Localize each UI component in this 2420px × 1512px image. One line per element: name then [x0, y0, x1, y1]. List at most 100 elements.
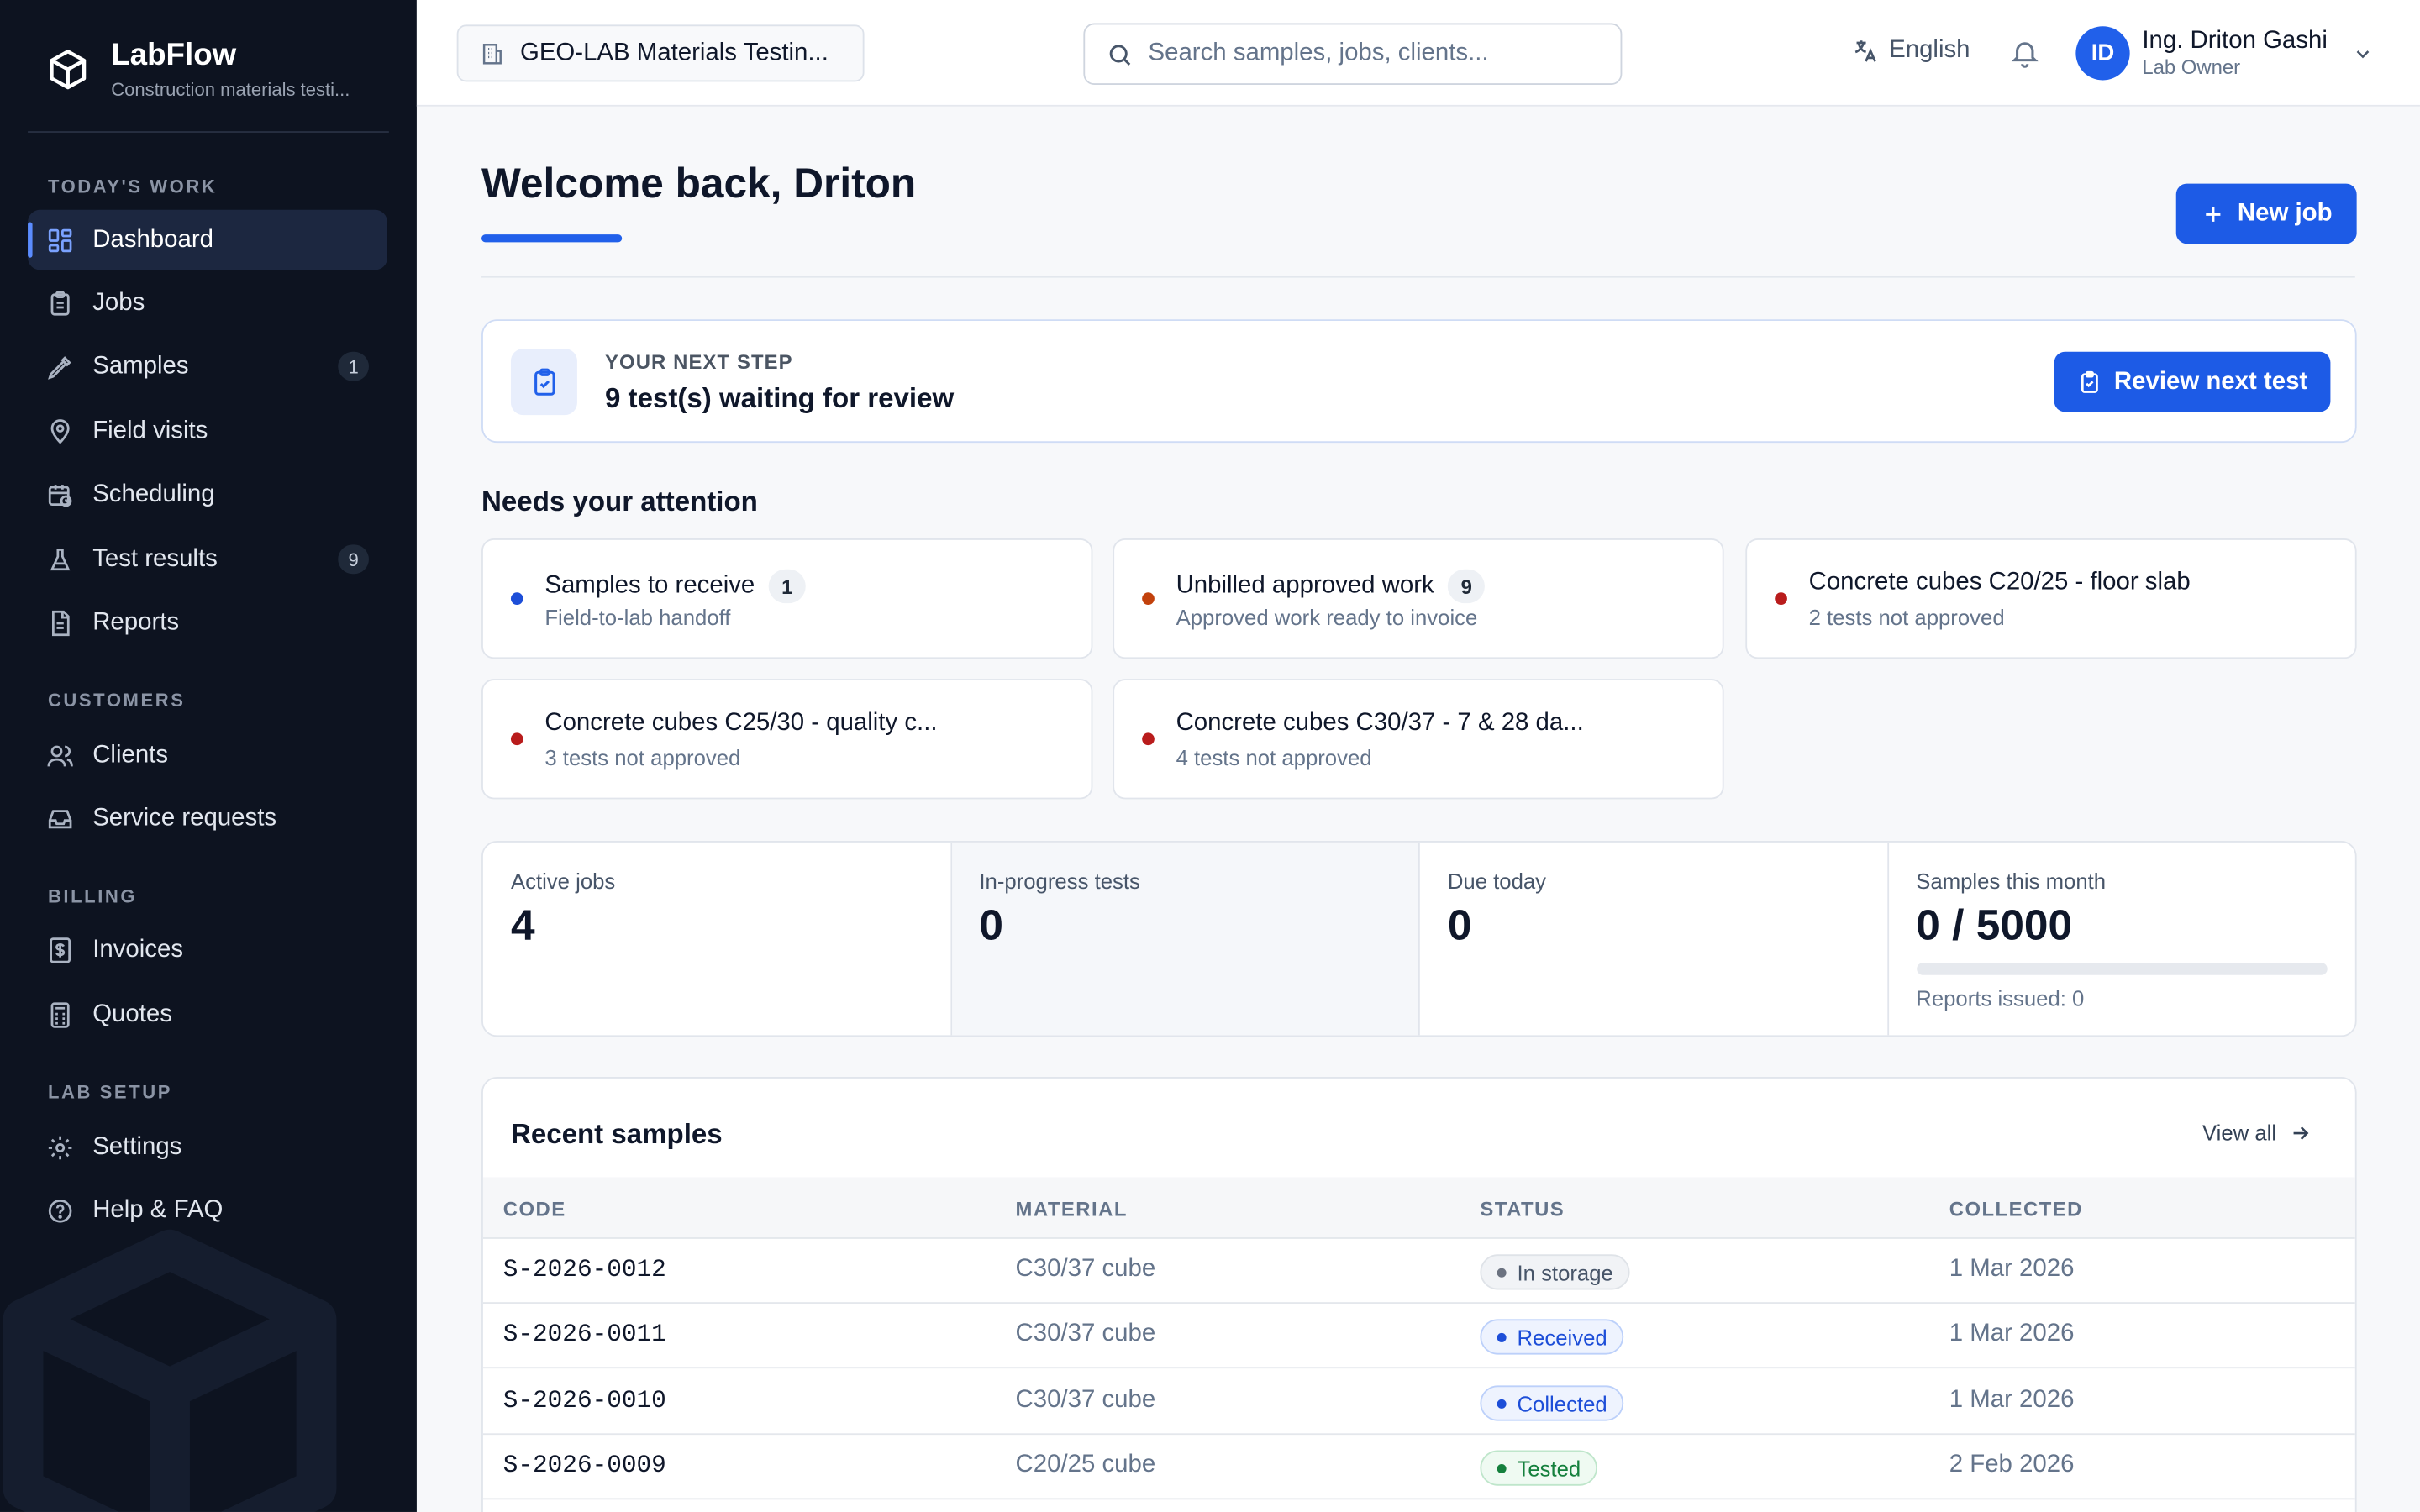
table-header: CODE MATERIAL STATUS COLLECTED	[482, 1177, 2355, 1239]
sidebar-item-label: Scheduling	[92, 480, 215, 507]
status-badge: Tested	[1480, 1450, 1598, 1486]
review-next-test-label: Review next test	[2113, 368, 2308, 395]
sample-material: C30/37 cube	[1015, 1320, 1156, 1347]
status-dot	[510, 592, 523, 605]
title-underline	[481, 234, 623, 243]
sidebar-item-dashboard[interactable]: Dashboard	[28, 209, 388, 270]
table-row[interactable]: S-2026-0011 C30/37 cube Received 1 Mar 2…	[482, 1304, 2355, 1369]
section-label-todays-work: TODAY'S WORK	[47, 176, 218, 198]
attention-card-subtitle: 4 tests not approved	[1176, 745, 1372, 770]
stat-active-jobs: Active jobs 4	[483, 842, 952, 1036]
column-header-code[interactable]: CODE	[503, 1197, 566, 1221]
clipboard-check-icon	[510, 349, 577, 416]
sidebar-item-jobs[interactable]: Jobs	[28, 273, 387, 333]
chevron-down-icon	[2356, 50, 2370, 58]
sidebar-item-test-results[interactable]: Test results 9	[28, 529, 387, 590]
status-label: Tested	[1517, 1455, 1581, 1481]
view-all-label: View all	[2202, 1120, 2277, 1145]
status-label: Received	[1517, 1324, 1607, 1350]
attention-card-title: Samples to receive	[544, 572, 755, 599]
stat-label: Due today	[1447, 869, 1547, 894]
search-input[interactable]	[1148, 39, 1597, 68]
sample-code: S-2026-0010	[502, 1387, 666, 1415]
sample-collected: 2 Feb 2026	[1949, 1452, 2075, 1478]
sample-code: S-2026-0012	[502, 1256, 666, 1284]
search-box[interactable]	[1083, 23, 1623, 86]
sample-collected: 1 Mar 2026	[1949, 1256, 2075, 1283]
brand[interactable]: LabFlow Construction materials testi...	[46, 37, 350, 100]
next-step-label: YOUR NEXT STEP	[604, 349, 793, 374]
map-pin-icon	[46, 417, 74, 445]
sample-code: S-2026-0011	[502, 1320, 666, 1349]
status-badge: Received	[1480, 1319, 1624, 1355]
new-job-label: New job	[2237, 199, 2333, 227]
view-all-link[interactable]: View all	[2202, 1120, 2312, 1145]
sidebar-item-label: Service requests	[92, 804, 277, 832]
stat-label: Samples this month	[1916, 869, 2107, 894]
attention-card-title: Concrete cubes C25/30 - quality c...	[544, 709, 938, 737]
column-header-collected[interactable]: COLLECTED	[1949, 1197, 2083, 1221]
column-header-material[interactable]: MATERIAL	[1016, 1197, 1128, 1221]
inbox-icon	[46, 805, 74, 832]
sample-code: S-2026-0009	[502, 1452, 666, 1480]
language-switcher[interactable]: English	[1852, 37, 1970, 65]
column-header-status[interactable]: STATUS	[1480, 1197, 1565, 1221]
attention-card-subtitle: Field-to-lab handoff	[544, 604, 731, 630]
attention-card[interactable]: Concrete cubes C20/25 - floor slab 2 tes…	[1745, 538, 2357, 659]
stat-value: 0	[979, 900, 1003, 949]
status-dot	[510, 732, 523, 746]
samples-progress-bar	[1916, 963, 2328, 975]
status-dot	[1497, 1398, 1507, 1408]
building-icon	[480, 41, 504, 66]
table-row[interactable]: S-2026-0009 C20/25 cube Tested 2 Feb 202…	[482, 1435, 2355, 1500]
sidebar-item-reports[interactable]: Reports	[28, 592, 387, 653]
new-job-button[interactable]: New job	[2175, 183, 2357, 244]
lab-selector[interactable]: GEO-LAB Materials Testin...	[456, 24, 865, 82]
dashboard-icon	[46, 226, 74, 254]
translate-icon	[1852, 37, 1880, 65]
receipt-icon	[46, 936, 74, 963]
status-badge: Collected	[1480, 1385, 1624, 1421]
table-row[interactable]: S-2026-0010 C30/37 cube Collected 1 Mar …	[482, 1370, 2355, 1436]
sidebar-item-quotes[interactable]: Quotes	[28, 984, 387, 1045]
sidebar-item-scheduling[interactable]: Scheduling	[28, 465, 387, 525]
sidebar-item-label: Invoices	[92, 935, 184, 963]
attention-card[interactable]: Concrete cubes C30/37 - 7 & 28 da... 4 t…	[1113, 679, 1724, 800]
attention-card[interactable]: Samples to receive 1 Field-to-lab handoff	[481, 538, 1093, 659]
attention-card-title: Unbilled approved work	[1176, 572, 1434, 599]
attention-title: Needs your attention	[481, 486, 758, 517]
user-name: Ing. Driton Gashi	[2142, 27, 2328, 54]
bell-icon[interactable]	[2009, 37, 2040, 68]
avatar: ID	[2075, 26, 2130, 81]
sample-collected: 1 Mar 2026	[1949, 1387, 2075, 1414]
attention-card[interactable]: Concrete cubes C25/30 - quality c... 3 t…	[481, 679, 1093, 800]
sample-material: C20/25 cube	[1015, 1452, 1156, 1478]
sidebar-item-label: Settings	[92, 1133, 182, 1160]
sidebar-item-samples[interactable]: Samples 1	[28, 336, 387, 396]
stat-due-today: Due today 0	[1420, 842, 1889, 1036]
sidebar-item-clients[interactable]: Clients	[28, 725, 387, 785]
attention-card[interactable]: Unbilled approved work 9 Approved work re…	[1113, 538, 1724, 659]
sidebar-item-service-requests[interactable]: Service requests	[28, 789, 387, 849]
status-dot	[1775, 592, 1787, 605]
status-label: In storage	[1517, 1259, 1613, 1285]
user-menu[interactable]: ID Ing. Driton Gashi Lab Owner	[2075, 26, 2374, 81]
calendar-clock-icon	[46, 480, 74, 508]
stat-value: 0 / 5000	[1916, 900, 2073, 949]
sidebar-item-label: Quotes	[92, 1000, 172, 1027]
status-dot	[1142, 592, 1155, 605]
table-row[interactable]: S-2026-0012 C30/37 cube In storage 1 Mar…	[482, 1239, 2355, 1305]
stat-label: Active jobs	[510, 869, 616, 894]
language-label: English	[1889, 37, 1970, 64]
sidebar-item-field-visits[interactable]: Field visits	[28, 402, 387, 462]
review-next-test-button[interactable]: Review next test	[2054, 351, 2331, 412]
pipette-icon	[46, 353, 74, 381]
status-dot	[1497, 1267, 1507, 1277]
sample-material: C30/37 cube	[1015, 1387, 1156, 1414]
sidebar-item-label: Jobs	[92, 289, 145, 316]
stat-value: 0	[1447, 900, 1472, 949]
sidebar-item-settings[interactable]: Settings	[28, 1117, 387, 1178]
clipboard-icon	[46, 289, 74, 317]
status-dot	[1142, 732, 1155, 746]
sidebar-item-invoices[interactable]: Invoices	[28, 920, 387, 980]
